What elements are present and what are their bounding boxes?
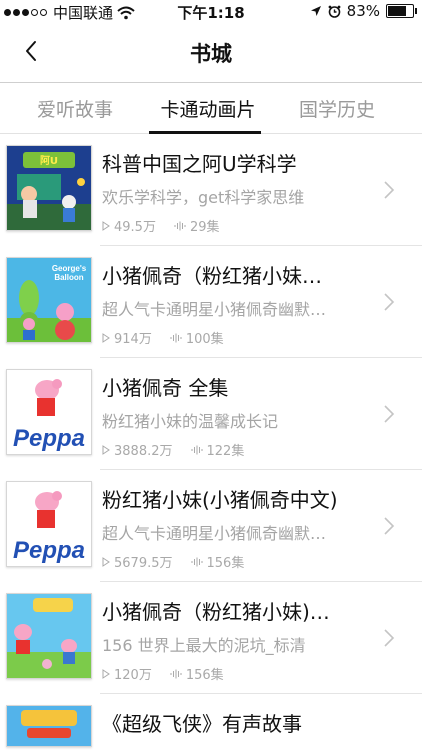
album-cover: Peppa <box>6 369 92 455</box>
album-cover: George's Balloon <box>6 257 92 343</box>
list-item[interactable]: George's Balloon 小猪佩奇（粉红猪小妹… 超人气卡通明星小猪佩奇… <box>0 246 422 358</box>
list-item[interactable]: Peppa 粉红猪小妹(小猪佩奇中文) 超人气卡通明星小猪佩奇幽默… 5679.… <box>0 470 422 582</box>
item-subtitle: 粉红猪小妹的温馨成长记 <box>102 412 279 431</box>
list-item[interactable]: 阿U 科普中国之阿U学科学 欢乐学科学，get科学家思维 49.5万 29集 <box>0 134 422 246</box>
play-count: 3888.2万 <box>114 444 173 459</box>
item-title: 粉红猪小妹(小猪佩奇中文) <box>102 488 338 512</box>
item-stats: 120万 156集 <box>102 664 224 683</box>
play-count-icon <box>102 220 110 231</box>
play-count: 914万 <box>114 332 152 347</box>
episodes-icon <box>191 557 202 566</box>
location-icon <box>310 6 321 16</box>
item-title: 小猪佩奇（粉红猪小妹… <box>102 264 322 288</box>
chevron-right-icon <box>384 629 395 647</box>
item-title: 小猪佩奇 全集 <box>102 376 229 400</box>
battery-percent: 83% <box>346 2 380 20</box>
svg-text:Peppa: Peppa <box>13 425 85 452</box>
item-title: 小猪佩奇（粉红猪小妹)… <box>102 600 330 624</box>
status-right: 83% <box>310 2 417 20</box>
tab-history[interactable]: 国学历史 <box>282 95 392 122</box>
list-item[interactable]: Peppa 小猪佩奇 全集 粉红猪小妹的温馨成长记 3888.2万 122集 <box>0 358 422 470</box>
alarm-icon <box>328 5 341 18</box>
play-count-icon <box>102 444 110 455</box>
album-cover <box>6 593 92 679</box>
episode-count: 100集 <box>185 332 224 347</box>
play-count: 5679.5万 <box>114 556 173 571</box>
chevron-right-icon <box>384 181 395 199</box>
item-subtitle: 超人气卡通明星小猪佩奇幽默… <box>102 524 327 543</box>
play-count: 120万 <box>114 668 152 683</box>
play-count-icon <box>102 668 110 679</box>
play-count-icon <box>102 556 110 567</box>
nav-bar: 书城 <box>0 22 422 83</box>
item-stats: 3888.2万 122集 <box>102 440 244 459</box>
category-tabs: 爱听故事 卡通动画片 国学历史 <box>0 83 422 134</box>
item-subtitle: 欢乐学科学，get科学家思维 <box>102 188 305 207</box>
episodes-icon <box>174 221 186 230</box>
item-subtitle: 超人气卡通明星小猪佩奇幽默… <box>102 300 327 319</box>
battery-fill <box>388 6 407 16</box>
album-list: 阿U 科普中国之阿U学科学 欢乐学科学，get科学家思维 49.5万 29集 G… <box>0 134 422 754</box>
page-title: 书城 <box>190 42 232 66</box>
episodes-icon <box>170 669 182 678</box>
svg-text:Peppa: Peppa <box>13 537 85 564</box>
svg-text:阿U: 阿U <box>40 155 58 167</box>
episodes-icon <box>170 333 182 342</box>
list-item[interactable]: 小猪佩奇（粉红猪小妹)… 156 世界上最大的泥坑_标清 120万 156集 <box>0 582 422 694</box>
episode-count: 122集 <box>206 444 245 459</box>
cover-text: George's Balloon <box>51 264 87 282</box>
tab-stories[interactable]: 爱听故事 <box>20 95 130 122</box>
chevron-right-icon <box>384 293 395 311</box>
chevron-right-icon <box>384 405 395 423</box>
item-stats: 49.5万 29集 <box>102 216 220 235</box>
item-title: 《超级飞侠》有声故事 <box>102 712 302 736</box>
play-count: 49.5万 <box>114 220 156 235</box>
status-bar: 中国联通 下午1:18 83% <box>0 0 422 22</box>
chevron-right-icon <box>384 517 395 535</box>
album-cover <box>6 705 92 747</box>
episode-count: 156集 <box>206 556 245 571</box>
item-stats: 5679.5万 156集 <box>102 552 244 571</box>
item-subtitle: 156 世界上最大的泥坑_标清 <box>102 636 306 655</box>
battery-icon <box>386 4 417 18</box>
item-stats: 914万 100集 <box>102 328 224 347</box>
episode-count: 29集 <box>189 220 220 235</box>
album-cover: Peppa <box>6 481 92 567</box>
list-item[interactable]: 《超级飞侠》有声故事 <box>0 694 422 754</box>
album-cover: 阿U <box>6 145 92 231</box>
tab-cartoons[interactable]: 卡通动画片 <box>147 95 269 122</box>
episodes-icon <box>191 445 202 454</box>
episode-count: 156集 <box>185 668 224 683</box>
play-count-icon <box>102 332 110 343</box>
item-title: 科普中国之阿U学科学 <box>102 152 297 176</box>
